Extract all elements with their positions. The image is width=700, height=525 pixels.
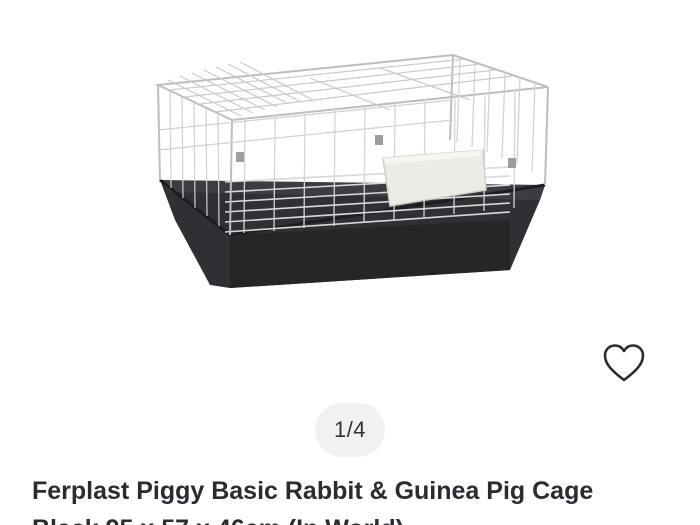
heart-outline-icon [603, 344, 645, 382]
favorite-button[interactable] [598, 338, 650, 388]
cage-image [154, 53, 549, 288]
product-image[interactable] [140, 40, 560, 300]
product-title: Ferplast Piggy Basic Rabbit & Guinea Pig… [32, 477, 594, 505]
pager-label: 1/4 [333, 417, 367, 442]
product-subtitle: Black 95 x 57 x 46cm (In World) [32, 512, 682, 525]
product-page: 1/4 Ferplast Piggy Basic Rabbit & Guinea… [0, 0, 700, 525]
image-pager-indicator: 1/4 [315, 403, 385, 457]
